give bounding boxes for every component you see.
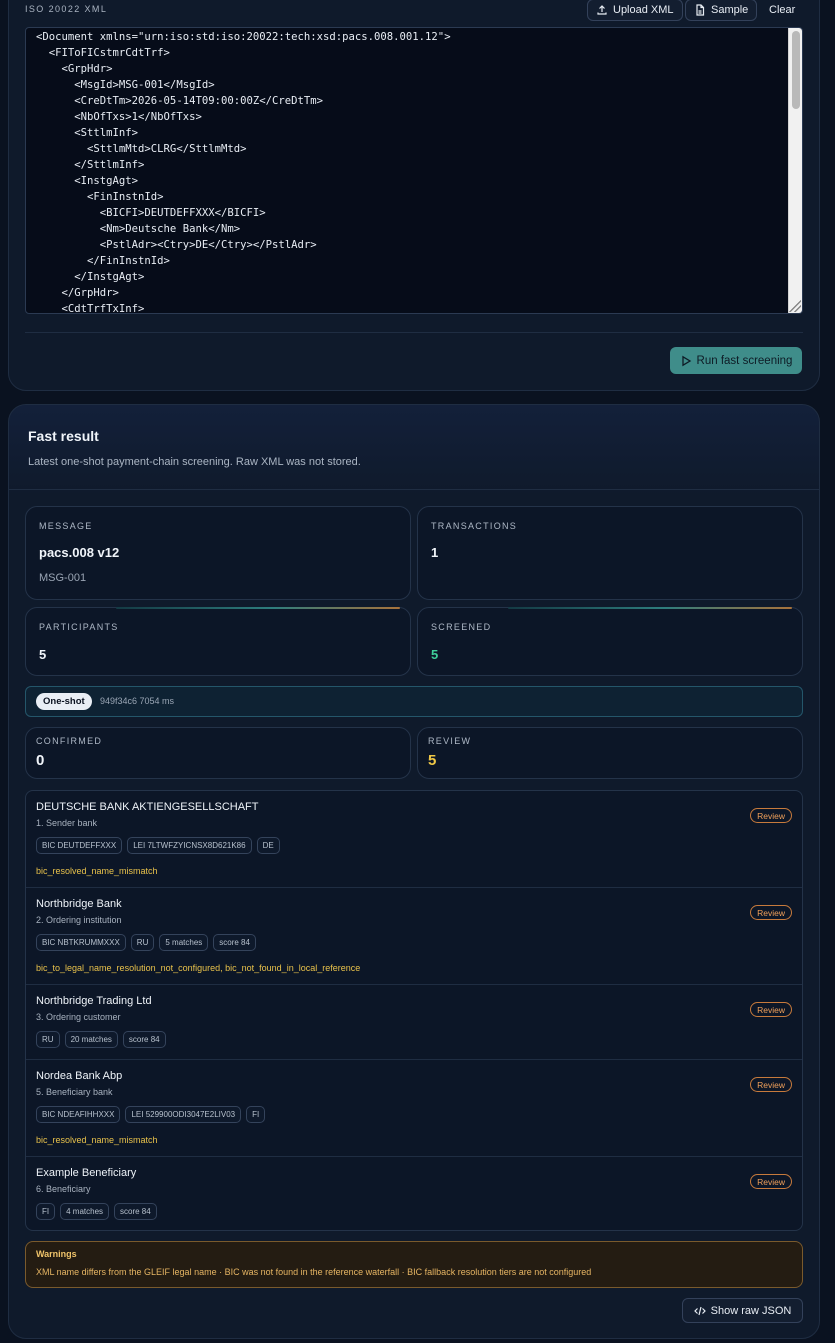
- warnings-box: Warnings XML name differs from the GLEIF…: [25, 1241, 803, 1288]
- scrollbar-thumb[interactable]: [792, 31, 800, 109]
- sample-button[interactable]: Sample: [685, 0, 758, 21]
- tag: LEI 529900ODI3047E2LIV03: [125, 1106, 242, 1123]
- review-card: REVIEW 5: [417, 727, 803, 779]
- participant-role: 1. Sender bank: [36, 818, 98, 828]
- review-value: 5: [428, 752, 437, 769]
- run-info-bar: One-shot 949f34c6 7054 ms: [25, 686, 803, 717]
- section-label-xml: ISO 20022 XML: [25, 4, 108, 14]
- tag-list: BIC DEUTDEFFXXX LEI 7LTWFZYICNSX8D621K86…: [36, 837, 280, 854]
- participants-label: PARTICIPANTS: [39, 622, 119, 632]
- screened-label: SCREENED: [431, 622, 492, 632]
- participant-name: Example Beneficiary: [36, 1167, 137, 1179]
- transactions-card: TRANSACTIONS 1: [417, 506, 803, 600]
- warnings-text: XML name differs from the GLEIF legal na…: [36, 1267, 592, 1277]
- show-raw-json-button[interactable]: Show raw JSON: [682, 1298, 803, 1323]
- run-label: Run fast screening: [696, 354, 793, 367]
- participant-role: 5. Beneficiary bank: [36, 1087, 113, 1097]
- tag: FI: [36, 1203, 56, 1220]
- result-subtitle: Latest one-shot payment-chain screening.…: [28, 456, 361, 468]
- participant-name: Northbridge Trading Ltd: [36, 995, 152, 1007]
- tag: LEI 7LTWFZYICNSX8D621K86: [127, 837, 252, 854]
- confirmed-label: CONFIRMED: [36, 736, 103, 746]
- screened-value: 5: [431, 647, 439, 662]
- run-meta: 949f34c6 7054 ms: [100, 696, 175, 706]
- participants-list: DEUTSCHE BANK AKTIENGESELLSCHAFT 1. Send…: [25, 790, 803, 1231]
- participant-name: Nordea Bank Abp: [36, 1070, 123, 1082]
- status-badge: Review: [750, 808, 792, 823]
- flag-text: bic_to_legal_name_resolution_not_configu…: [36, 963, 361, 973]
- message-value: pacs.008 v12: [39, 545, 120, 560]
- participants-value: 5: [39, 647, 47, 662]
- message-label: MESSAGE: [39, 521, 93, 531]
- xml-textarea[interactable]: <Document xmlns="urn:iso:std:iso:20022:t…: [25, 27, 803, 314]
- upload-xml-button[interactable]: Upload XML: [587, 0, 683, 21]
- flag-text: bic_resolved_name_mismatch: [36, 1135, 158, 1145]
- result-title: Fast result: [28, 428, 99, 444]
- tag: score 84: [114, 1203, 157, 1220]
- list-item[interactable]: DEUTSCHE BANK AKTIENGESELLSCHAFT 1. Send…: [26, 791, 802, 888]
- tag: RU: [130, 934, 155, 951]
- tag: DE: [256, 837, 280, 854]
- resize-handle-icon[interactable]: [789, 300, 801, 312]
- transactions-label: TRANSACTIONS: [431, 521, 518, 531]
- message-card: MESSAGE pacs.008 v12 MSG-001: [25, 506, 411, 600]
- tag: BIC NBTKRUMMXXX: [36, 934, 126, 951]
- flag-text: bic_resolved_name_mismatch: [36, 866, 158, 876]
- play-icon: [681, 355, 691, 366]
- tag-list: FI 4 matches score 84: [36, 1203, 157, 1220]
- sample-label: Sample: [711, 4, 749, 16]
- tag: FI: [246, 1106, 266, 1123]
- card-accent: [116, 607, 400, 609]
- transactions-value: 1: [431, 545, 439, 560]
- tag-list: BIC NBTKRUMMXXX RU 5 matches score 84: [36, 934, 256, 951]
- file-icon: [696, 4, 705, 16]
- clear-button[interactable]: Clear: [760, 0, 804, 21]
- show-raw-json-label: Show raw JSON: [710, 1304, 792, 1317]
- upload-icon: [597, 5, 607, 15]
- participants-card: PARTICIPANTS 5: [25, 607, 411, 676]
- review-label: REVIEW: [428, 736, 472, 746]
- divider: [25, 332, 803, 333]
- card-accent: [508, 607, 792, 609]
- tag: RU: [36, 1031, 60, 1048]
- participant-name: Northbridge Bank: [36, 898, 122, 910]
- tag: BIC NDEAFIHHXXX: [36, 1106, 121, 1123]
- status-badge: Review: [750, 1002, 792, 1017]
- status-badge: Review: [750, 1077, 792, 1092]
- participant-name: DEUTSCHE BANK AKTIENGESELLSCHAFT: [36, 801, 259, 813]
- participant-role: 2. Ordering institution: [36, 915, 122, 925]
- confirmed-card: CONFIRMED 0: [25, 727, 411, 779]
- list-item[interactable]: Northbridge Trading Ltd 3. Ordering cust…: [26, 985, 802, 1060]
- list-item[interactable]: Northbridge Bank 2. Ordering institution…: [26, 888, 802, 985]
- run-fast-screening-button[interactable]: Run fast screening: [670, 347, 802, 374]
- upload-xml-label: Upload XML: [613, 4, 674, 16]
- code-icon: [693, 1306, 706, 1315]
- participant-role: 6. Beneficiary: [36, 1184, 91, 1194]
- tag: 5 matches: [159, 934, 209, 951]
- tag-list: RU 20 matches score 84: [36, 1031, 166, 1048]
- tag: score 84: [213, 934, 256, 951]
- screened-card: SCREENED 5: [417, 607, 803, 676]
- divider: [9, 489, 819, 490]
- warnings-title: Warnings: [36, 1249, 77, 1259]
- editor-scrollbar[interactable]: [788, 28, 802, 313]
- tag: BIC DEUTDEFFXXX: [36, 837, 123, 854]
- list-item[interactable]: Example Beneficiary 6. Beneficiary Revie…: [26, 1157, 802, 1230]
- participant-role: 3. Ordering customer: [36, 1012, 121, 1022]
- confirmed-value: 0: [36, 752, 45, 769]
- message-id: MSG-001: [39, 572, 87, 584]
- xml-content: <Document xmlns="urn:iso:std:iso:20022:t…: [36, 31, 451, 314]
- tag: score 84: [122, 1031, 166, 1048]
- status-badge: Review: [750, 1174, 792, 1189]
- list-item[interactable]: Nordea Bank Abp 5. Beneficiary bank Revi…: [26, 1060, 802, 1157]
- status-badge: Review: [750, 905, 792, 920]
- tag: 4 matches: [60, 1203, 110, 1220]
- tag: 20 matches: [64, 1031, 118, 1048]
- mode-chip: One-shot: [36, 693, 92, 710]
- tag-list: BIC NDEAFIHHXXX LEI 529900ODI3047E2LIV03…: [36, 1106, 266, 1123]
